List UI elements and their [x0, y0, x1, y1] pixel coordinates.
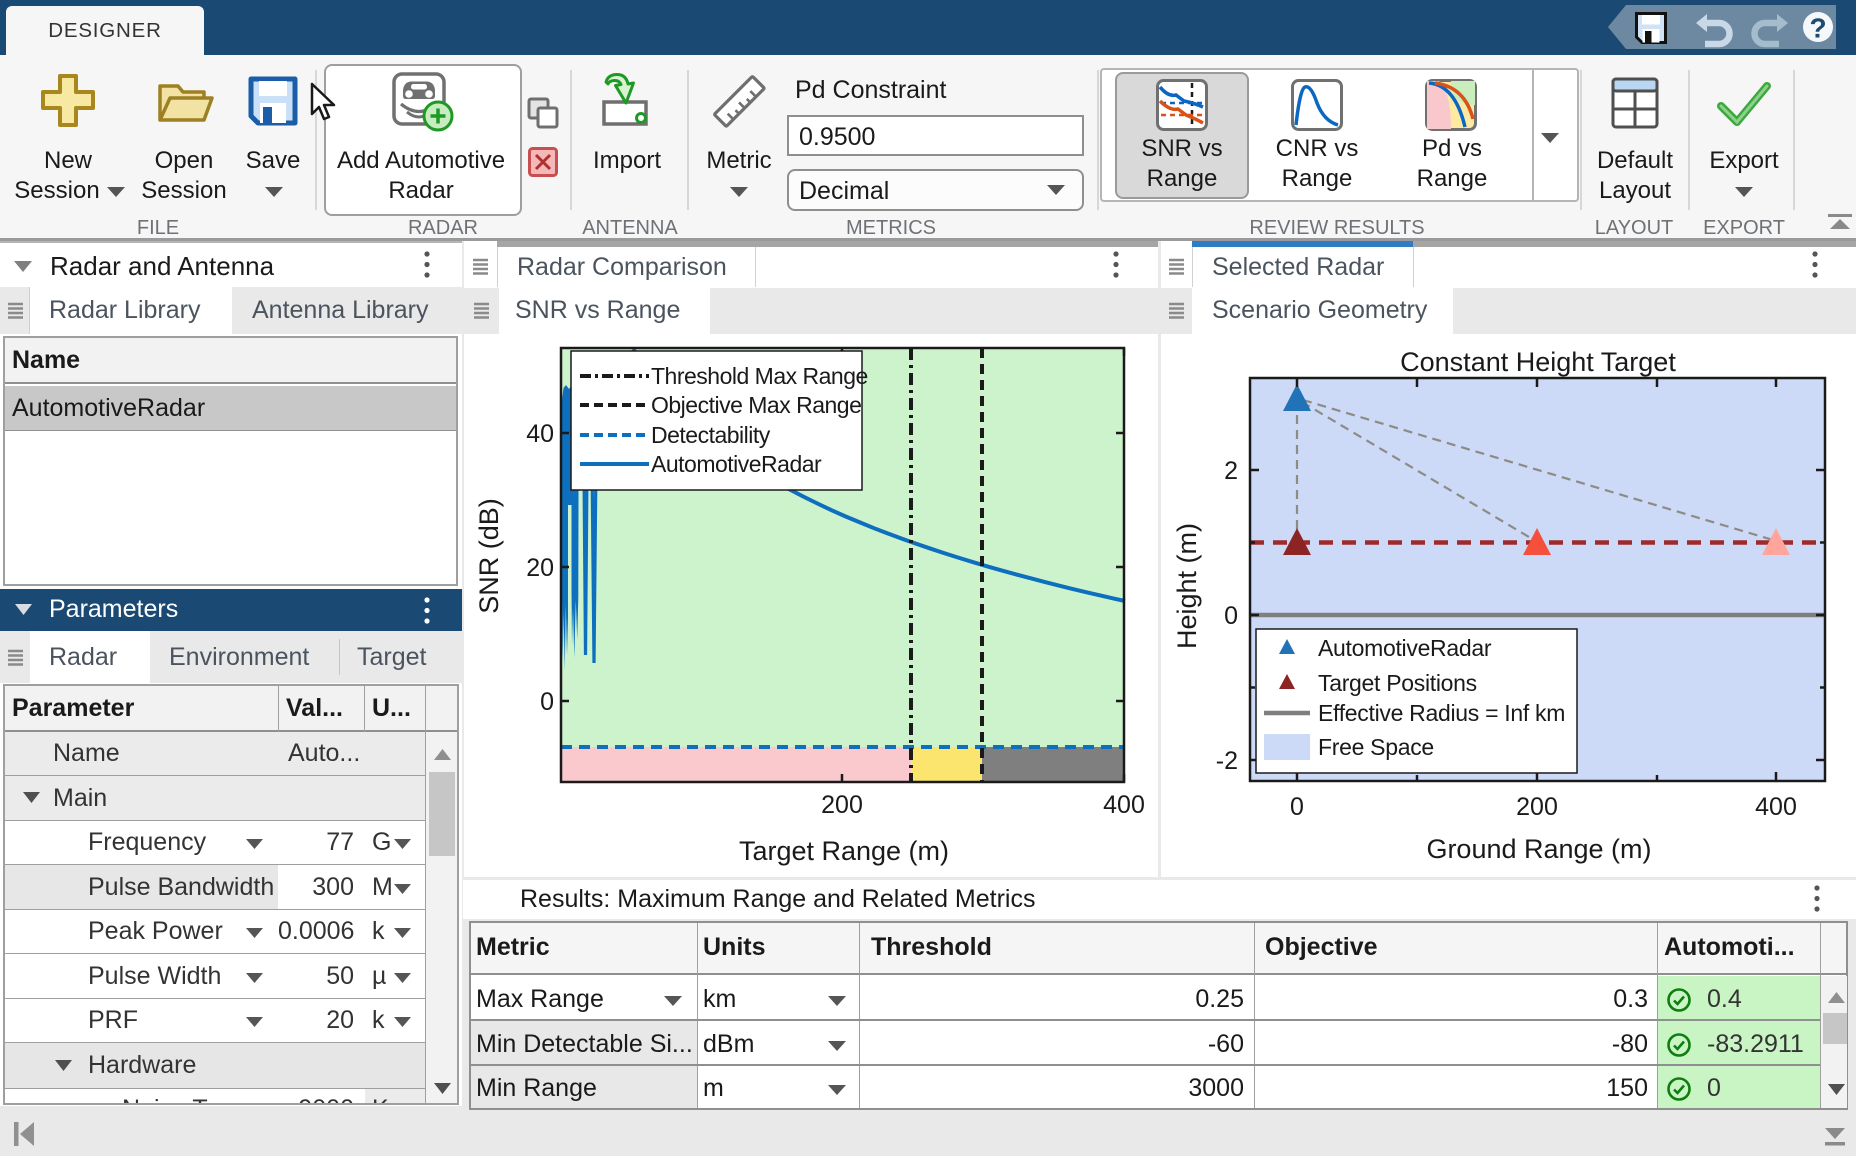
svg-text:Free Space: Free Space: [1318, 734, 1434, 760]
svg-text:200: 200: [1516, 793, 1558, 821]
svg-text:20: 20: [526, 554, 554, 582]
svg-text:Ground Range (m): Ground Range (m): [1426, 834, 1651, 864]
svg-text:0: 0: [1290, 793, 1304, 821]
svg-text:0: 0: [540, 688, 554, 716]
svg-text:AutomotiveRadar: AutomotiveRadar: [1318, 635, 1492, 661]
svg-text:200: 200: [821, 791, 863, 819]
svg-text:Constant Height Target: Constant Height Target: [1400, 347, 1676, 377]
svg-text:?: ?: [1809, 13, 1826, 44]
svg-text:Target Positions: Target Positions: [1318, 670, 1477, 696]
svg-text:40: 40: [526, 420, 554, 448]
svg-text:Detectability: Detectability: [651, 422, 771, 448]
svg-text:Height (m): Height (m): [1172, 523, 1202, 649]
svg-text:400: 400: [1103, 791, 1145, 819]
svg-text:SNR (dB): SNR (dB): [474, 498, 504, 614]
svg-text:AutomotiveRadar: AutomotiveRadar: [651, 451, 822, 477]
svg-text:Effective Radius = Inf km: Effective Radius = Inf km: [1318, 700, 1565, 726]
svg-text:Threshold Max Range: Threshold Max Range: [651, 363, 868, 389]
svg-text:-2: -2: [1216, 747, 1238, 775]
svg-text:2: 2: [1224, 457, 1238, 485]
svg-text:Objective Max Range: Objective Max Range: [651, 392, 861, 418]
svg-text:400: 400: [1755, 793, 1797, 821]
svg-text:0: 0: [1224, 602, 1238, 630]
svg-text:Target Range (m): Target Range (m): [739, 836, 949, 866]
